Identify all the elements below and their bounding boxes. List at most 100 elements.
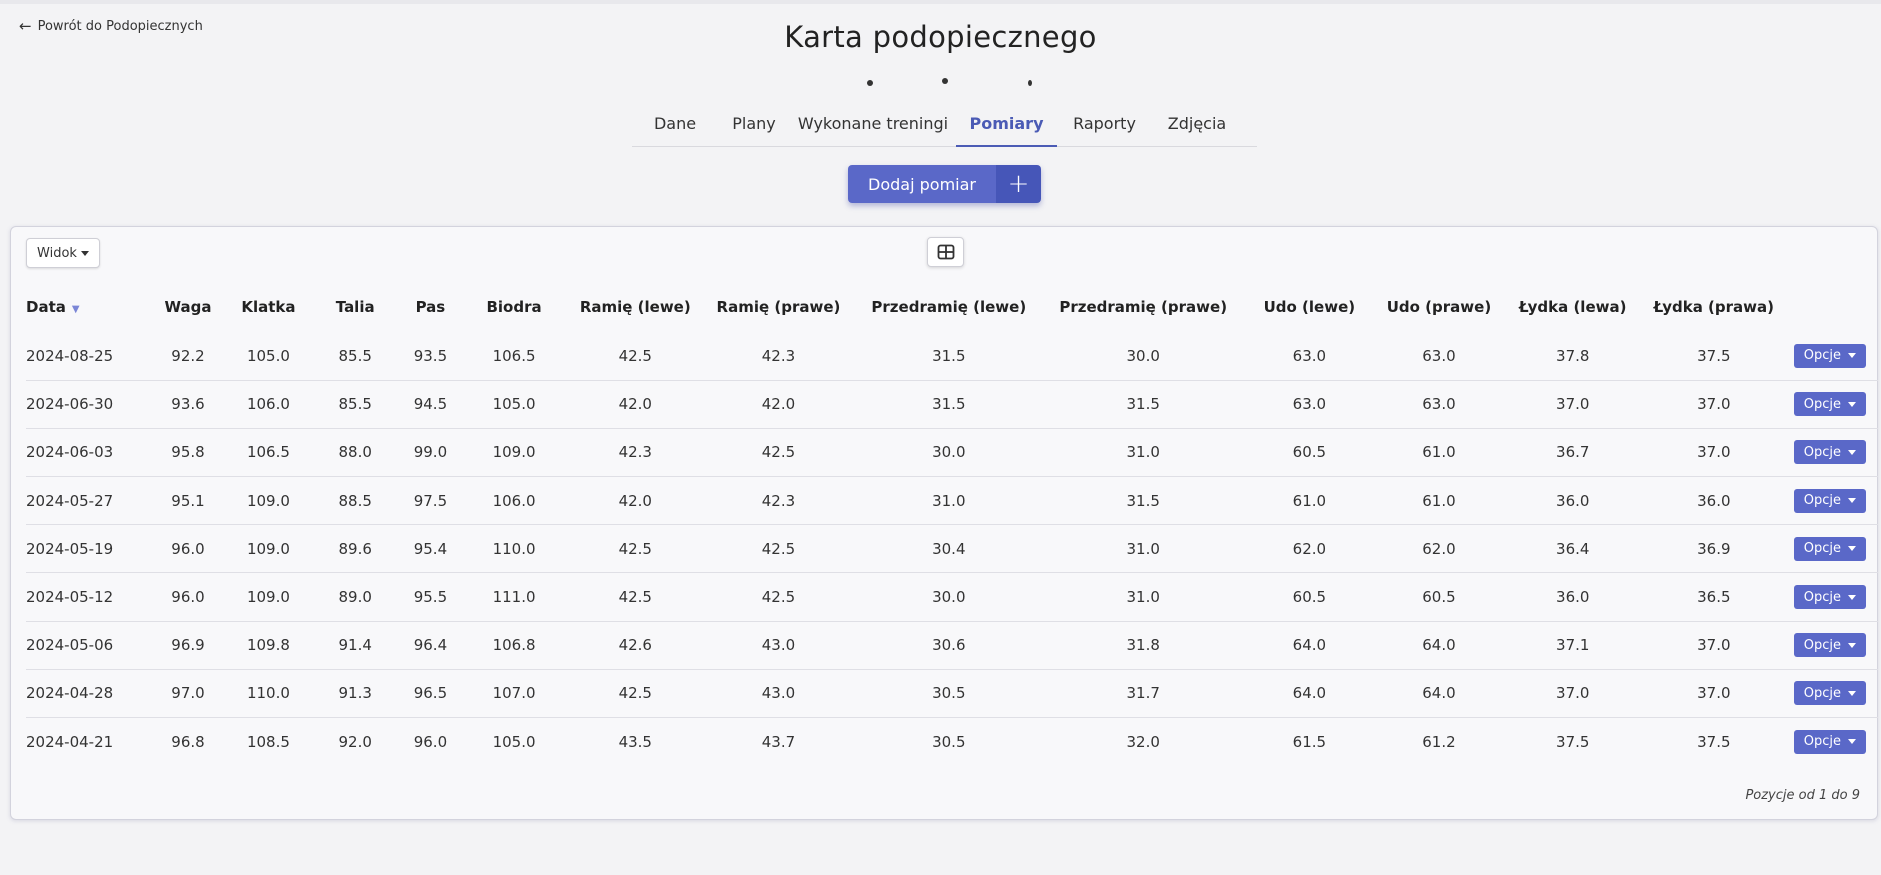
cell-actions: Opcje	[1781, 621, 1878, 670]
column-header-talia[interactable]: Talia	[312, 282, 398, 332]
table-cell: 42.5	[705, 572, 852, 622]
table-cell: 91.4	[312, 621, 399, 670]
table-cell: 88.5	[312, 476, 399, 526]
table-cell: 30.0	[851, 572, 1046, 622]
options-button[interactable]: Opcje	[1793, 440, 1866, 465]
options-button-label: Opcje	[1803, 734, 1841, 750]
options-button[interactable]: Opcje	[1793, 343, 1866, 368]
table-cell: 36.4	[1499, 524, 1646, 574]
table-cell: 96.0	[413, 732, 448, 751]
table-cell: 36.7	[1499, 428, 1646, 478]
table-cell: 42.3	[705, 332, 852, 381]
column-header-klatka[interactable]: Klatka	[225, 282, 313, 332]
table-cell: 106.5	[462, 332, 566, 381]
grid-toggle-button[interactable]	[927, 237, 964, 267]
options-button[interactable]: Opcje	[1793, 681, 1866, 706]
table-cell: 106.5	[224, 428, 313, 478]
table-cell: 64.0	[1378, 621, 1500, 670]
table-cell: 92.2	[151, 332, 225, 381]
caret-down-icon	[1848, 642, 1856, 648]
table-cell: 31.0	[1046, 572, 1241, 622]
sort-desc-icon: ▼	[71, 304, 80, 315]
table-row: 2024-05-19 96.0 109.0 89.6 95.4 110.0 42.5 42.5…	[26, 524, 1878, 574]
column-header-ramie-prawe[interactable]: Ramię (prawe)	[705, 282, 851, 332]
table-cell: 85.5	[312, 380, 399, 429]
table-cell: 93.5	[398, 332, 463, 381]
options-button-label: Opcje	[1803, 685, 1841, 701]
column-header-przedramie-prawe[interactable]: Przedramię (prawe)	[1046, 282, 1240, 332]
cell-date: 2024-04-28	[26, 669, 152, 719]
tab-pomiary[interactable]: Pomiary	[956, 110, 1057, 147]
column-header-udo-prawe[interactable]: Udo (prawe)	[1378, 282, 1499, 332]
table-cell: 108.5	[246, 732, 290, 751]
table-cell: 91.3	[312, 669, 399, 719]
column-header-biodra[interactable]: Biodra	[463, 282, 565, 332]
column-header-udo-lewe[interactable]: Udo (lewe)	[1240, 282, 1378, 332]
caret-down-icon	[1848, 546, 1856, 552]
column-header-data[interactable]: Data ▼	[26, 282, 151, 332]
table-cell: 31.0	[1046, 428, 1241, 478]
grid-icon	[937, 244, 954, 260]
table-cell: 106.0	[224, 380, 313, 429]
add-measurement-label: Dodaj pomiar	[848, 165, 996, 203]
options-button[interactable]: Opcje	[1793, 536, 1866, 561]
table-cell: 36.0	[1645, 476, 1782, 526]
table-cell: 106.8	[462, 621, 566, 670]
table-cell: 60.5	[1240, 428, 1379, 478]
table-cell: 30.5	[932, 732, 966, 751]
table-cell: 43.5	[618, 732, 652, 751]
table-cell: 106.0	[462, 476, 566, 526]
table-cell: 111.0	[462, 572, 566, 622]
view-dropdown-button[interactable]: Widok	[26, 238, 100, 268]
table-cell: 43.0	[705, 669, 852, 719]
column-header-pas[interactable]: Pas	[398, 282, 463, 332]
table-cell: 61.2	[1422, 732, 1456, 751]
tab-dane[interactable]: Dane	[632, 110, 718, 147]
options-button[interactable]: Opcje	[1793, 729, 1866, 754]
table-cell: 60.5	[1240, 572, 1379, 622]
table-cell: 89.0	[312, 572, 399, 622]
table-cell: 43.0	[705, 621, 852, 670]
tab-wykonane-treningi[interactable]: Wykonane treningi	[790, 110, 956, 147]
table-cell: 96.9	[151, 621, 225, 670]
caret-down-icon	[1848, 353, 1856, 359]
table-cell: 63.0	[1378, 380, 1500, 429]
column-header-waga[interactable]: Waga	[151, 282, 224, 332]
options-button-label: Opcje	[1803, 348, 1841, 364]
plus-icon: +	[996, 165, 1041, 203]
table-cell: 42.0	[705, 380, 852, 429]
column-header-lydka-lewa[interactable]: Łydka (lewa)	[1500, 282, 1646, 332]
caret-down-icon	[1848, 498, 1856, 504]
options-button[interactable]: Opcje	[1793, 585, 1866, 610]
table-cell: 109.0	[462, 428, 566, 478]
cell-actions: Opcje	[1781, 572, 1878, 622]
options-button-label: Opcje	[1803, 396, 1841, 412]
table-cell: 30.0	[1046, 332, 1241, 381]
cell-date: 2024-06-30	[26, 380, 152, 429]
column-header-lydka-prawa[interactable]: Łydka (prawa)	[1646, 282, 1782, 332]
options-button[interactable]: Opcje	[1793, 488, 1866, 513]
column-header-ramie-lewe[interactable]: Ramię (lewe)	[565, 282, 705, 332]
table-cell: 37.0	[1499, 380, 1646, 429]
tab-raporty[interactable]: Raporty	[1057, 110, 1152, 147]
cell-actions: Opcje	[1781, 524, 1878, 574]
table-cell: 110.0	[224, 669, 313, 719]
tab-plany[interactable]: Plany	[718, 110, 790, 147]
column-header-label: Data	[26, 298, 66, 316]
tab-zdjecia[interactable]: Zdjęcia	[1152, 110, 1242, 147]
table-body: 2024-08-25 92.2 105.0 85.5 93.5 106.5 42.5 42.3…	[26, 332, 1878, 766]
options-button[interactable]: Opcje	[1793, 633, 1866, 658]
table-cell: 99.0	[398, 428, 463, 478]
table-cell: 94.5	[398, 380, 463, 429]
table-cell: 31.5	[851, 332, 1046, 381]
table-cell: 42.3	[565, 428, 706, 478]
page-title: Karta podopiecznego	[784, 20, 1097, 54]
options-button[interactable]: Opcje	[1793, 392, 1866, 417]
column-header-przedramie-lewe[interactable]: Przedramię (lewe)	[852, 282, 1046, 332]
table-cell: 105.0	[224, 332, 313, 381]
table-cell: 36.0	[1499, 476, 1646, 526]
table-cell: 95.4	[398, 524, 463, 574]
table-cell: 30.0	[851, 428, 1046, 478]
add-measurement-button[interactable]: Dodaj pomiar +	[848, 165, 1041, 203]
table-cell: 37.0	[1499, 669, 1646, 719]
